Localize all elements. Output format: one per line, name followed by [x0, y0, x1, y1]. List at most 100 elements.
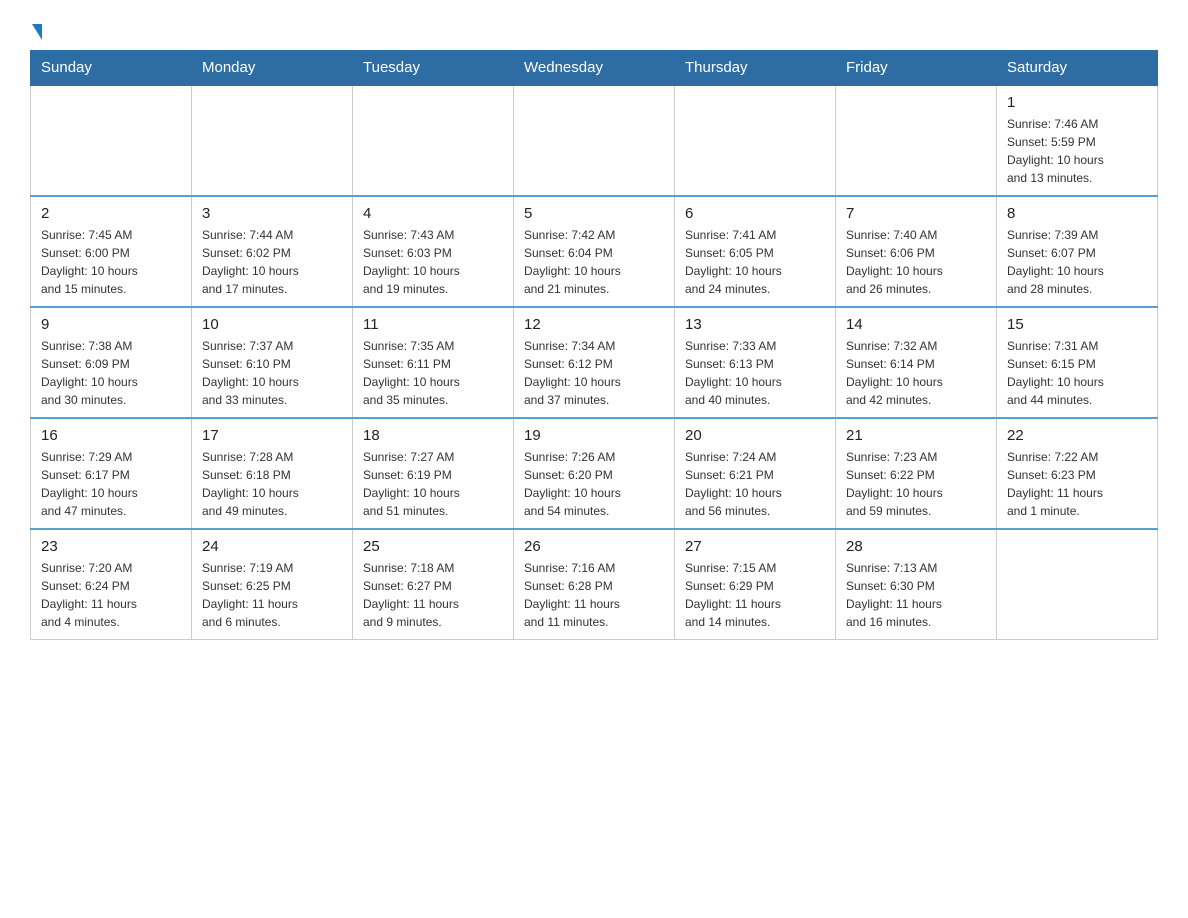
day-info: Sunrise: 7:33 AM Sunset: 6:13 PM Dayligh… — [685, 337, 825, 409]
day-number: 26 — [524, 538, 664, 555]
page-header — [30, 20, 1158, 40]
weekday-header-thursday: Thursday — [675, 51, 836, 86]
day-number: 6 — [685, 205, 825, 222]
day-info: Sunrise: 7:26 AM Sunset: 6:20 PM Dayligh… — [524, 448, 664, 520]
day-info: Sunrise: 7:13 AM Sunset: 6:30 PM Dayligh… — [846, 559, 986, 631]
calendar-cell: 27 Sunrise: 7:15 AM Sunset: 6:29 PM Dayli… — [675, 529, 836, 640]
day-number: 28 — [846, 538, 986, 555]
calendar-cell: 7 Sunrise: 7:40 AM Sunset: 6:06 PM Daylig… — [836, 196, 997, 307]
day-info: Sunrise: 7:27 AM Sunset: 6:19 PM Dayligh… — [363, 448, 503, 520]
calendar-cell: 14 Sunrise: 7:32 AM Sunset: 6:14 PM Dayli… — [836, 307, 997, 418]
calendar-cell — [836, 85, 997, 196]
calendar-cell: 12 Sunrise: 7:34 AM Sunset: 6:12 PM Dayli… — [514, 307, 675, 418]
day-number: 17 — [202, 427, 342, 444]
day-number: 16 — [41, 427, 181, 444]
day-number: 25 — [363, 538, 503, 555]
logo — [30, 20, 42, 40]
day-info: Sunrise: 7:15 AM Sunset: 6:29 PM Dayligh… — [685, 559, 825, 631]
calendar-cell: 17 Sunrise: 7:28 AM Sunset: 6:18 PM Dayli… — [192, 418, 353, 529]
day-info: Sunrise: 7:40 AM Sunset: 6:06 PM Dayligh… — [846, 226, 986, 298]
calendar-cell: 10Sunrise: 7:37 AM Sunset: 6:10 PM Dayli… — [192, 307, 353, 418]
calendar-cell: 6 Sunrise: 7:41 AM Sunset: 6:05 PM Daylig… — [675, 196, 836, 307]
day-info: Sunrise: 7:44 AM Sunset: 6:02 PM Dayligh… — [202, 226, 342, 298]
day-info: Sunrise: 7:43 AM Sunset: 6:03 PM Dayligh… — [363, 226, 503, 298]
calendar-cell: 8 Sunrise: 7:39 AM Sunset: 6:07 PM Daylig… — [997, 196, 1158, 307]
day-number: 24 — [202, 538, 342, 555]
calendar-cell: 15Sunrise: 7:31 AM Sunset: 6:15 PM Dayli… — [997, 307, 1158, 418]
calendar-cell: 2Sunrise: 7:45 AM Sunset: 6:00 PM Daylig… — [31, 196, 192, 307]
day-number: 3 — [202, 205, 342, 222]
calendar-cell: 4 Sunrise: 7:43 AM Sunset: 6:03 PM Daylig… — [353, 196, 514, 307]
day-number: 8 — [1007, 205, 1147, 222]
day-info: Sunrise: 7:24 AM Sunset: 6:21 PM Dayligh… — [685, 448, 825, 520]
calendar-cell: 16 Sunrise: 7:29 AM Sunset: 6:17 PM Dayli… — [31, 418, 192, 529]
calendar-cell: 24Sunrise: 7:19 AM Sunset: 6:25 PM Dayli… — [192, 529, 353, 640]
calendar-week-row: 23 Sunrise: 7:20 AM Sunset: 6:24 PM Dayli… — [31, 529, 1158, 640]
day-info: Sunrise: 7:46 AM Sunset: 5:59 PM Dayligh… — [1007, 115, 1147, 187]
day-info: Sunrise: 7:39 AM Sunset: 6:07 PM Dayligh… — [1007, 226, 1147, 298]
day-info: Sunrise: 7:42 AM Sunset: 6:04 PM Dayligh… — [524, 226, 664, 298]
calendar-cell: 11 Sunrise: 7:35 AM Sunset: 6:11 PM Dayli… — [353, 307, 514, 418]
day-number: 2 — [41, 205, 181, 222]
day-number: 4 — [363, 205, 503, 222]
day-info: Sunrise: 7:29 AM Sunset: 6:17 PM Dayligh… — [41, 448, 181, 520]
weekday-header-tuesday: Tuesday — [353, 51, 514, 86]
calendar-cell: 9 Sunrise: 7:38 AM Sunset: 6:09 PM Daylig… — [31, 307, 192, 418]
day-number: 27 — [685, 538, 825, 555]
calendar-cell — [997, 529, 1158, 640]
calendar-cell: 1 Sunrise: 7:46 AM Sunset: 5:59 PM Daylig… — [997, 85, 1158, 196]
day-number: 11 — [363, 316, 503, 333]
day-info: Sunrise: 7:32 AM Sunset: 6:14 PM Dayligh… — [846, 337, 986, 409]
calendar-week-row: 9 Sunrise: 7:38 AM Sunset: 6:09 PM Daylig… — [31, 307, 1158, 418]
weekday-header-wednesday: Wednesday — [514, 51, 675, 86]
day-info: Sunrise: 7:41 AM Sunset: 6:05 PM Dayligh… — [685, 226, 825, 298]
day-number: 12 — [524, 316, 664, 333]
calendar-cell: 13 Sunrise: 7:33 AM Sunset: 6:13 PM Dayli… — [675, 307, 836, 418]
day-number: 9 — [41, 316, 181, 333]
day-info: Sunrise: 7:20 AM Sunset: 6:24 PM Dayligh… — [41, 559, 181, 631]
calendar-week-row: 2Sunrise: 7:45 AM Sunset: 6:00 PM Daylig… — [31, 196, 1158, 307]
calendar-table: SundayMondayTuesdayWednesdayThursdayFrid… — [30, 50, 1158, 640]
calendar-cell: 3 Sunrise: 7:44 AM Sunset: 6:02 PM Daylig… — [192, 196, 353, 307]
day-number: 13 — [685, 316, 825, 333]
day-info: Sunrise: 7:37 AM Sunset: 6:10 PM Dayligh… — [202, 337, 342, 409]
calendar-cell: 19 Sunrise: 7:26 AM Sunset: 6:20 PM Dayli… — [514, 418, 675, 529]
day-info: Sunrise: 7:16 AM Sunset: 6:28 PM Dayligh… — [524, 559, 664, 631]
day-info: Sunrise: 7:28 AM Sunset: 6:18 PM Dayligh… — [202, 448, 342, 520]
day-number: 7 — [846, 205, 986, 222]
day-info: Sunrise: 7:35 AM Sunset: 6:11 PM Dayligh… — [363, 337, 503, 409]
day-info: Sunrise: 7:34 AM Sunset: 6:12 PM Dayligh… — [524, 337, 664, 409]
calendar-cell — [31, 85, 192, 196]
calendar-cell: 28 Sunrise: 7:13 AM Sunset: 6:30 PM Dayli… — [836, 529, 997, 640]
day-info: Sunrise: 7:22 AM Sunset: 6:23 PM Dayligh… — [1007, 448, 1147, 520]
calendar-cell: 18Sunrise: 7:27 AM Sunset: 6:19 PM Dayli… — [353, 418, 514, 529]
day-number: 1 — [1007, 94, 1147, 111]
weekday-header-sunday: Sunday — [31, 51, 192, 86]
day-number: 23 — [41, 538, 181, 555]
weekday-header-monday: Monday — [192, 51, 353, 86]
calendar-cell — [514, 85, 675, 196]
day-info: Sunrise: 7:38 AM Sunset: 6:09 PM Dayligh… — [41, 337, 181, 409]
day-number: 14 — [846, 316, 986, 333]
calendar-cell — [353, 85, 514, 196]
logo-arrow-icon — [32, 24, 42, 40]
calendar-week-row: 16 Sunrise: 7:29 AM Sunset: 6:17 PM Dayli… — [31, 418, 1158, 529]
day-number: 22 — [1007, 427, 1147, 444]
calendar-cell: 23 Sunrise: 7:20 AM Sunset: 6:24 PM Dayli… — [31, 529, 192, 640]
weekday-header-friday: Friday — [836, 51, 997, 86]
day-info: Sunrise: 7:23 AM Sunset: 6:22 PM Dayligh… — [846, 448, 986, 520]
calendar-week-row: 1 Sunrise: 7:46 AM Sunset: 5:59 PM Daylig… — [31, 85, 1158, 196]
calendar-cell: 20Sunrise: 7:24 AM Sunset: 6:21 PM Dayli… — [675, 418, 836, 529]
day-number: 19 — [524, 427, 664, 444]
calendar-cell: 26 Sunrise: 7:16 AM Sunset: 6:28 PM Dayli… — [514, 529, 675, 640]
calendar-cell: 5 Sunrise: 7:42 AM Sunset: 6:04 PM Daylig… — [514, 196, 675, 307]
calendar-cell — [192, 85, 353, 196]
day-number: 15 — [1007, 316, 1147, 333]
calendar-cell: 22 Sunrise: 7:22 AM Sunset: 6:23 PM Dayli… — [997, 418, 1158, 529]
calendar-header-row: SundayMondayTuesdayWednesdayThursdayFrid… — [31, 51, 1158, 86]
calendar-cell — [675, 85, 836, 196]
weekday-header-saturday: Saturday — [997, 51, 1158, 86]
calendar-cell: 25 Sunrise: 7:18 AM Sunset: 6:27 PM Dayli… — [353, 529, 514, 640]
day-number: 5 — [524, 205, 664, 222]
day-info: Sunrise: 7:18 AM Sunset: 6:27 PM Dayligh… — [363, 559, 503, 631]
